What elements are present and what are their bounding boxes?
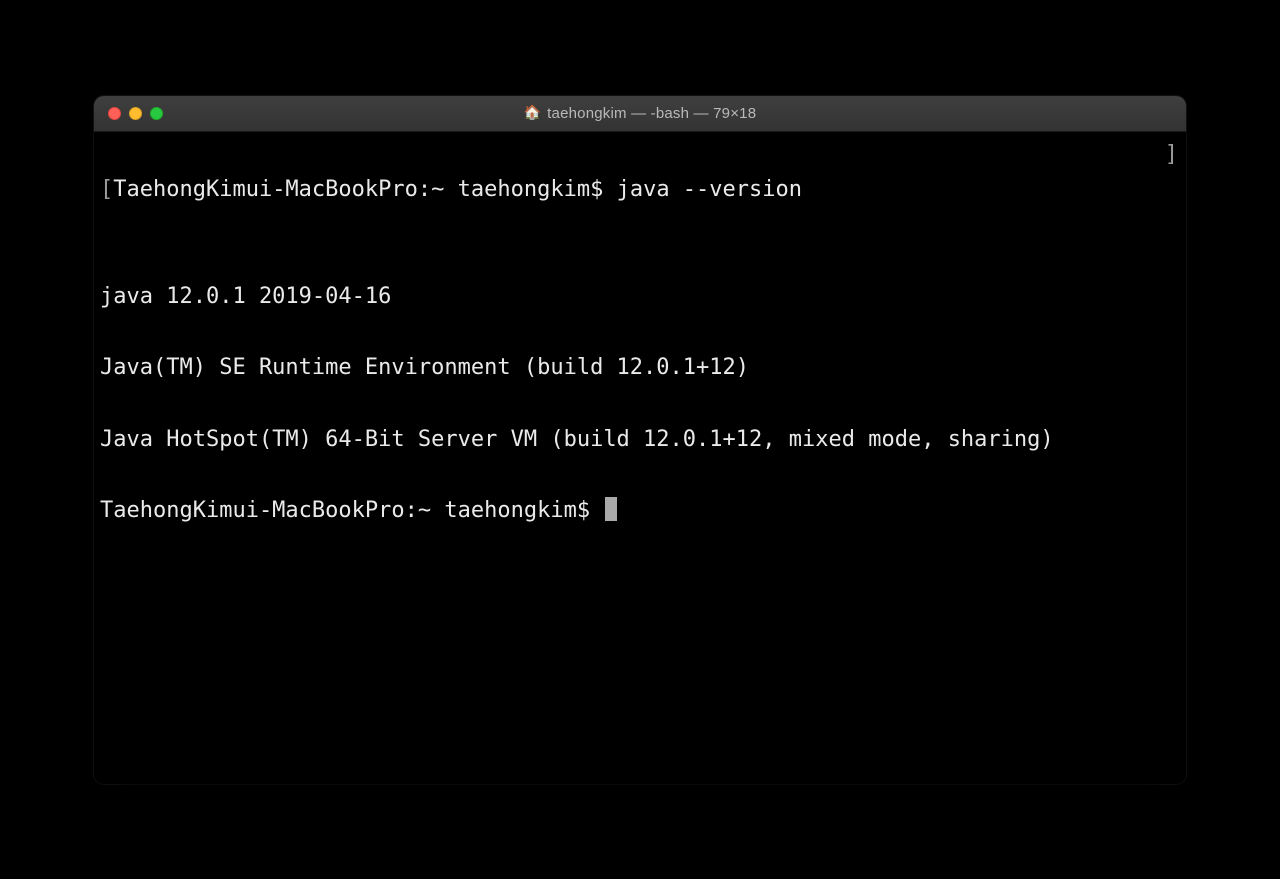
window-title: taehongkim — -bash — 79×18	[547, 105, 756, 122]
left-bracket: [	[100, 177, 113, 202]
home-icon: 🏠	[524, 106, 541, 120]
close-button[interactable]	[108, 107, 121, 120]
prompt-line-1: [TaehongKimui-MacBookPro:~ taehongkim$ j…	[100, 172, 1180, 208]
cursor-block	[605, 497, 617, 521]
output-line-2: Java(TM) SE Runtime Environment (build 1…	[100, 350, 1180, 386]
terminal-body[interactable]: [TaehongKimui-MacBookPro:~ taehongkim$ j…	[94, 132, 1186, 784]
output-line-1: java 12.0.1 2019-04-16	[100, 279, 1180, 315]
prompt-text-2: TaehongKimui-MacBookPro:~ taehongkim$	[100, 498, 603, 523]
maximize-button[interactable]	[150, 107, 163, 120]
traffic-lights	[94, 107, 163, 120]
prompt-line-2: TaehongKimui-MacBookPro:~ taehongkim$	[100, 493, 1180, 529]
right-bracket: ]	[1165, 137, 1178, 173]
output-line-3: Java HotSpot(TM) 64-Bit Server VM (build…	[100, 422, 1180, 458]
command-1: java --version	[617, 177, 802, 202]
minimize-button[interactable]	[129, 107, 142, 120]
terminal-window: 🏠 taehongkim — -bash — 79×18 [TaehongKim…	[94, 96, 1186, 784]
title-center: 🏠 taehongkim — -bash — 79×18	[94, 105, 1186, 122]
window-titlebar[interactable]: 🏠 taehongkim — -bash — 79×18	[94, 96, 1186, 132]
prompt-text-1: TaehongKimui-MacBookPro:~ taehongkim$	[113, 177, 616, 202]
